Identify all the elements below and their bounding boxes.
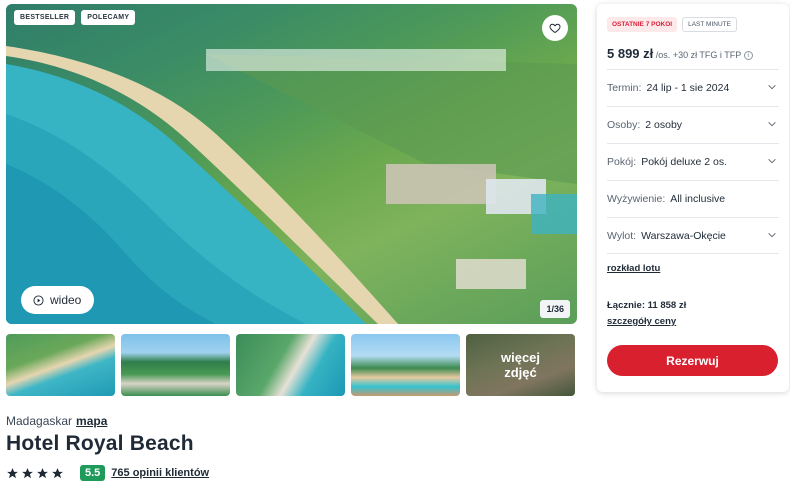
hotel-stars bbox=[6, 467, 64, 480]
room-value: Pokój deluxe 2 os. bbox=[641, 156, 727, 168]
beach-aerial-image bbox=[6, 46, 577, 324]
info-icon[interactable]: i bbox=[743, 51, 753, 60]
board-row: Wyżywienie: All inclusive bbox=[607, 180, 779, 217]
total-label: Łącznie: bbox=[607, 300, 646, 311]
rating-row: 5.5 765 opinii klientów bbox=[6, 465, 209, 481]
price-line: 5 899 zł /os. +30 zł TFG i TFP i bbox=[607, 46, 753, 61]
photo-counter: 1/36 bbox=[540, 300, 570, 318]
chevron-down-icon bbox=[768, 159, 776, 164]
departure-label: Wylot: bbox=[607, 229, 637, 242]
star-icon bbox=[52, 467, 63, 478]
flight-schedule-link[interactable]: rozkład lotu bbox=[607, 263, 660, 274]
last-rooms-tag: OSTATNIE 7 POKOI bbox=[607, 17, 678, 32]
video-button[interactable]: wideo bbox=[21, 286, 94, 314]
star-icon bbox=[37, 467, 48, 478]
price-value: 5 899 zł bbox=[607, 46, 654, 61]
thumbnail-strip: więcej zdjęć bbox=[6, 334, 575, 396]
hotel-location: Madagaskar mapa bbox=[6, 414, 107, 428]
chevron-down-icon bbox=[768, 233, 776, 238]
booking-panel: OSTATNIE 7 POKOI LAST MINUTE 5 899 zł /o… bbox=[597, 4, 789, 392]
star-icon bbox=[22, 467, 33, 478]
board-value: All inclusive bbox=[670, 193, 726, 205]
thumbnail-1[interactable] bbox=[6, 334, 115, 396]
score-badge: 5.5 bbox=[80, 465, 106, 481]
last-minute-tag: LAST MINUTE bbox=[682, 17, 737, 32]
board-label: Wyżywienie: bbox=[607, 193, 666, 205]
video-label: wideo bbox=[50, 293, 82, 307]
persons-value: 2 osoby bbox=[645, 119, 683, 131]
chevron-down-icon bbox=[768, 85, 776, 90]
more-photos-thumbnail[interactable]: więcej zdjęć bbox=[466, 334, 575, 396]
thumbnail-3[interactable] bbox=[236, 334, 345, 396]
star-icon bbox=[7, 467, 18, 478]
room-label: Pokój: bbox=[607, 156, 637, 168]
price-suffix: /os. bbox=[655, 50, 671, 60]
thumbnail-2[interactable] bbox=[121, 334, 230, 396]
hotel-name: Hotel Royal Beach bbox=[6, 432, 194, 455]
term-value: 24 lip - 1 sie 2024 bbox=[646, 82, 730, 94]
country-label: Madagaskar bbox=[6, 414, 73, 428]
more-photos-label: więcej zdjęć bbox=[500, 350, 541, 380]
persons-selector[interactable]: Osoby: 2 osoby bbox=[607, 106, 779, 143]
departure-selector[interactable]: Wylot: Warszawa-Okęcie bbox=[607, 217, 779, 254]
reviews-link[interactable]: 765 opinii klientów bbox=[111, 467, 209, 479]
total-price: Łącznie: 11 858 zł bbox=[607, 300, 686, 311]
extra-fees: +30 zł TFG i TFP bbox=[672, 50, 742, 60]
heart-icon bbox=[549, 23, 561, 34]
persons-label: Osoby: bbox=[607, 119, 641, 131]
favorite-button[interactable] bbox=[542, 15, 568, 41]
thumbnail-4[interactable] bbox=[351, 334, 460, 396]
term-label: Termin: bbox=[607, 82, 642, 94]
room-selector[interactable]: Pokój: Pokój deluxe 2 os. bbox=[607, 143, 779, 180]
total-value: 11 858 zł bbox=[647, 300, 687, 311]
hotel-main-photo[interactable]: BESTSELLER POLECAMY wideo 1/36 bbox=[6, 4, 577, 324]
term-selector[interactable]: Termin: 24 lip - 1 sie 2024 bbox=[607, 69, 779, 106]
reserve-button[interactable]: Rezerwuj bbox=[607, 345, 778, 376]
recommended-badge: POLECAMY bbox=[81, 10, 136, 25]
bestseller-badge: BESTSELLER bbox=[14, 10, 76, 25]
price-details-link[interactable]: szczegóły ceny bbox=[607, 316, 676, 327]
chevron-down-icon bbox=[768, 122, 776, 127]
departure-value: Warszawa-Okęcie bbox=[641, 229, 726, 242]
play-circle-icon bbox=[33, 294, 44, 306]
map-link[interactable]: mapa bbox=[76, 414, 107, 428]
